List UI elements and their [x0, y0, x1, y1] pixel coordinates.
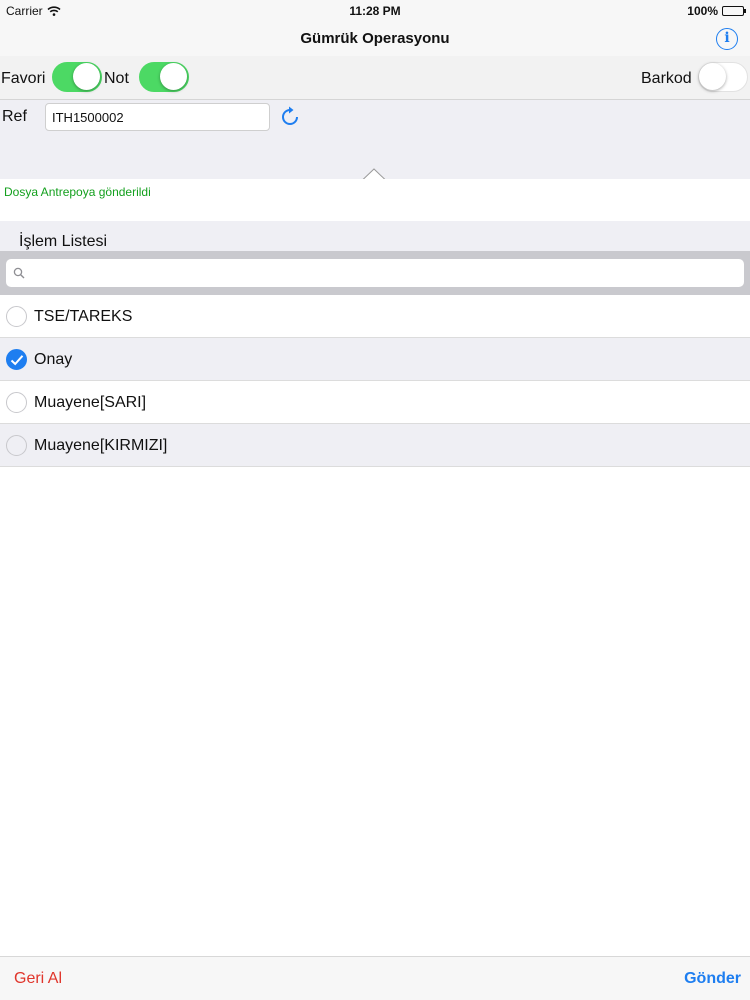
- radio-checked-icon[interactable]: [6, 349, 27, 370]
- status-message: Dosya Antrepoya gönderildi: [4, 185, 151, 199]
- battery-percent: 100%: [687, 4, 718, 18]
- search-input[interactable]: [6, 259, 744, 287]
- send-button[interactable]: Gönder: [684, 970, 741, 988]
- undo-button[interactable]: Geri Al: [14, 970, 62, 988]
- info-icon[interactable]: i: [716, 28, 738, 50]
- list-item-label: Onay: [34, 351, 73, 368]
- operation-list: TSE/TAREKS Onay Muayene[SARI] Muayene[KI…: [0, 295, 750, 467]
- ref-row: Ref: [0, 100, 750, 180]
- list-item-label: Muayene[KIRMIZI]: [34, 437, 168, 454]
- battery-icon: [722, 6, 746, 16]
- options-row: Favori Not Barkod: [0, 56, 750, 100]
- status-bar: Carrier 11:28 PM 100%: [0, 0, 750, 20]
- ref-input[interactable]: [45, 103, 270, 131]
- not-toggle[interactable]: [139, 62, 189, 92]
- page-title: Gümrük Operasyonu: [300, 30, 450, 47]
- favori-toggle[interactable]: [52, 62, 102, 92]
- list-item[interactable]: Muayene[SARI]: [0, 381, 750, 424]
- barkod-label: Barkod: [641, 70, 692, 87]
- bottom-toolbar: Geri Al Gönder: [0, 956, 750, 1000]
- ref-label: Ref: [2, 108, 27, 125]
- battery-group: 100%: [687, 4, 746, 18]
- checkmark-icon: [10, 355, 24, 366]
- refresh-icon[interactable]: [278, 105, 302, 129]
- list-title: İşlem Listesi: [19, 233, 108, 250]
- radio-unchecked-icon[interactable]: [6, 435, 27, 456]
- list-header: İşlem Listesi: [0, 221, 750, 251]
- search-bar: [0, 251, 750, 295]
- list-item[interactable]: Muayene[KIRMIZI]: [0, 424, 750, 467]
- clock: 11:28 PM: [349, 4, 401, 18]
- favori-label: Favori: [1, 70, 46, 87]
- barkod-toggle[interactable]: [698, 62, 748, 92]
- not-label: Not: [104, 70, 129, 87]
- radio-unchecked-icon[interactable]: [6, 306, 27, 327]
- search-icon: [13, 267, 25, 279]
- message-row: Dosya Antrepoya gönderildi: [0, 179, 750, 221]
- list-item-label: Muayene[SARI]: [34, 394, 147, 411]
- list-item-label: TSE/TAREKS: [34, 308, 133, 325]
- navigation-bar: Gümrük Operasyonu i: [0, 20, 750, 56]
- list-item[interactable]: Onay: [0, 338, 750, 381]
- list-item[interactable]: TSE/TAREKS: [0, 295, 750, 338]
- radio-unchecked-icon[interactable]: [6, 392, 27, 413]
